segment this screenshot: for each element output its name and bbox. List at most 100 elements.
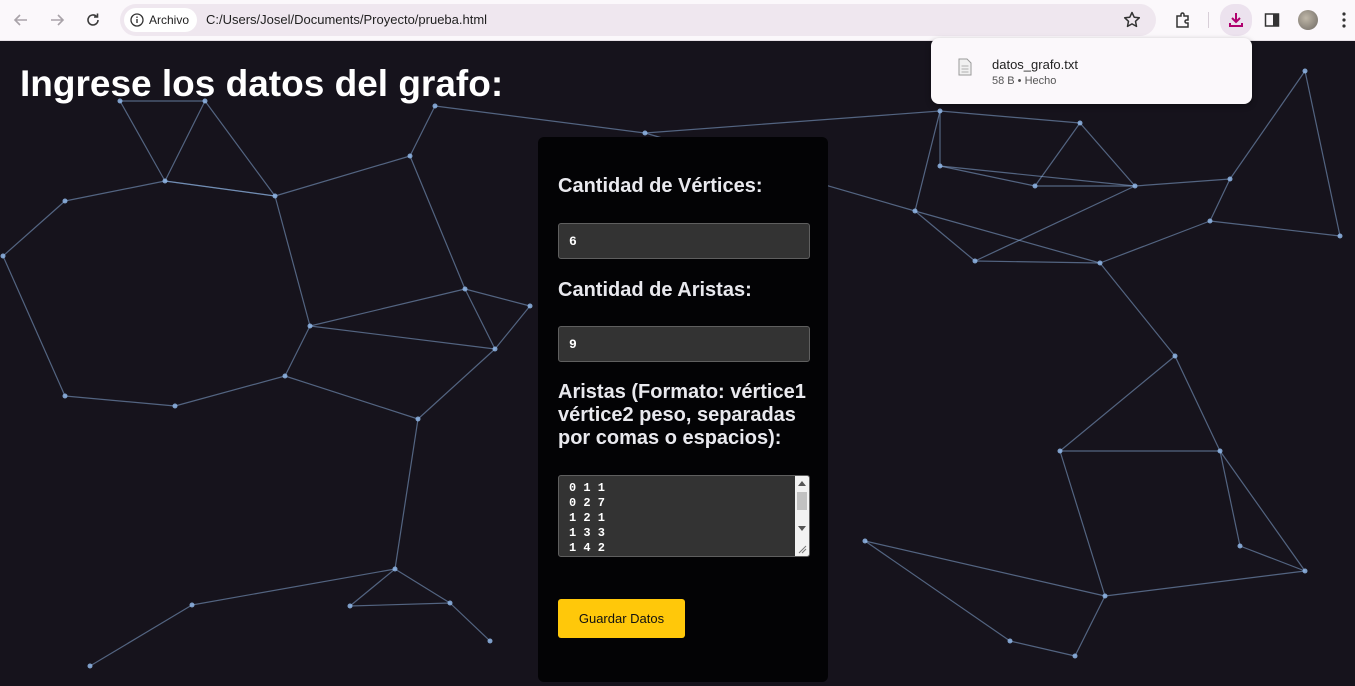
extensions-icon <box>1176 12 1189 28</box>
network-edge <box>1239 545 1306 572</box>
network-node <box>392 566 398 572</box>
network-node <box>407 153 413 159</box>
network-edge <box>1009 640 1076 657</box>
edges-count-label: Cantidad de Aristas: <box>558 279 752 301</box>
network-edge <box>349 568 396 607</box>
network-edge <box>409 105 436 157</box>
scroll-down-icon <box>798 526 806 531</box>
download-bubble: datos_grafo.txt 58 B • Hecho <box>931 38 1252 104</box>
network-node <box>172 403 178 409</box>
network-edge <box>1209 220 1341 237</box>
vertices-label: Cantidad de Vértices: <box>558 175 763 197</box>
network-node <box>1077 120 1083 126</box>
network-node <box>862 538 868 544</box>
browser-toolbar: Archivo C:/Users/Josel/Documents/Proyect… <box>0 0 1355 41</box>
network-edge <box>1079 122 1136 187</box>
network-node <box>527 303 533 309</box>
network-edge <box>1104 570 1306 597</box>
network-edge <box>191 568 396 606</box>
network-node <box>462 286 468 292</box>
edges-count-input[interactable] <box>558 326 810 362</box>
network-edge <box>284 325 311 377</box>
menu-button[interactable] <box>1332 8 1355 32</box>
network-node <box>1032 183 1038 189</box>
download-icon <box>1229 13 1243 27</box>
network-node <box>307 323 313 329</box>
network-edge <box>119 100 166 182</box>
extensions-button[interactable] <box>1171 8 1195 32</box>
network-edge <box>1099 220 1211 264</box>
site-info-chip[interactable]: Archivo <box>124 8 198 32</box>
scroll-thumb[interactable] <box>797 492 807 510</box>
forward-button[interactable] <box>45 8 69 32</box>
network-node <box>282 373 288 379</box>
network-edge <box>64 180 166 202</box>
scroll-up-icon <box>798 481 806 486</box>
network-edge <box>89 604 193 667</box>
side-panel-icon <box>1264 13 1280 27</box>
network-edge <box>1074 595 1106 657</box>
network-edge <box>174 375 286 407</box>
resize-handle-icon[interactable] <box>798 545 807 554</box>
network-edge <box>974 260 1101 264</box>
network-node <box>415 416 421 422</box>
network-edge <box>1134 178 1231 187</box>
avatar <box>1298 10 1318 30</box>
network-node <box>1302 68 1308 74</box>
save-button[interactable]: Guardar Datos <box>558 599 685 638</box>
url-text[interactable]: C:/Users/Josel/Documents/Proyecto/prueba… <box>206 12 487 27</box>
side-panel-button[interactable] <box>1260 8 1284 32</box>
network-node <box>1057 448 1063 454</box>
back-icon <box>13 14 27 26</box>
network-edge <box>1099 262 1176 357</box>
network-node <box>642 130 648 136</box>
network-node <box>492 346 498 352</box>
network-edge <box>394 568 451 604</box>
reload-button[interactable] <box>81 8 105 32</box>
network-node <box>0 253 6 259</box>
vertices-input[interactable] <box>558 223 810 259</box>
network-edge <box>644 110 941 134</box>
network-edge <box>939 165 1036 187</box>
network-edge <box>2 200 66 257</box>
network-node <box>62 393 68 399</box>
forward-icon <box>51 14 65 26</box>
network-node <box>87 663 93 669</box>
network-node <box>189 602 195 608</box>
network-node <box>1007 638 1013 644</box>
network-edge <box>914 210 1101 264</box>
network-edge <box>394 418 419 570</box>
address-bar[interactable]: Archivo C:/Users/Josel/Documents/Proyect… <box>120 4 1156 36</box>
download-status: 58 B • Hecho <box>992 75 1057 87</box>
graph-form: Cantidad de Vértices: Cantidad de Arista… <box>538 137 828 682</box>
network-edge <box>2 255 66 397</box>
network-node <box>487 638 493 644</box>
network-edge <box>434 105 646 134</box>
page-title: Ingrese los datos del grafo: <box>20 63 504 104</box>
network-edge <box>417 348 496 420</box>
downloads-button[interactable] <box>1220 4 1252 36</box>
bookmark-star-button[interactable] <box>1122 10 1142 35</box>
network-node <box>347 603 353 609</box>
back-button[interactable] <box>9 8 33 32</box>
edges-textarea[interactable]: 0 1 1 0 2 7 1 2 1 1 3 3 1 4 2 <box>558 475 810 557</box>
network-node <box>1217 448 1223 454</box>
network-edge <box>284 375 419 420</box>
network-node <box>1072 653 1078 659</box>
star-icon <box>1123 11 1141 28</box>
network-edge <box>349 602 451 607</box>
profile-button[interactable] <box>1296 8 1320 32</box>
file-icon <box>958 58 972 76</box>
toolbar-divider <box>1208 12 1209 28</box>
edges-scrollbar[interactable] <box>795 476 809 556</box>
network-edge <box>464 288 496 350</box>
network-edge <box>309 325 496 350</box>
network-node <box>1207 218 1213 224</box>
network-edge <box>64 395 176 407</box>
network-edge <box>494 305 531 350</box>
download-filename[interactable]: datos_grafo.txt <box>992 57 1078 72</box>
site-chip-label: Archivo <box>149 13 190 27</box>
network-edge <box>864 540 1106 597</box>
network-edge <box>164 180 276 197</box>
network-node <box>62 198 68 204</box>
